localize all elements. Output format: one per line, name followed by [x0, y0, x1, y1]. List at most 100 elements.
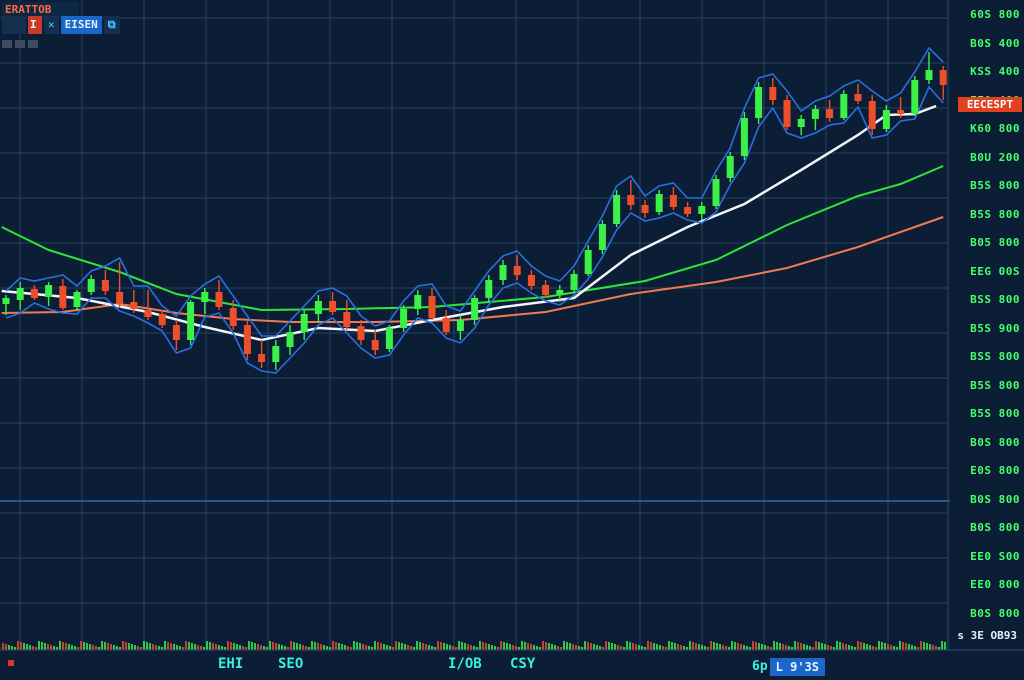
volume-bar — [764, 645, 766, 650]
volume-bar — [827, 645, 829, 650]
volume-bar — [731, 641, 733, 650]
close-icon[interactable]: ✕ — [44, 16, 59, 34]
candle-body — [811, 109, 819, 119]
volume-bar — [674, 643, 676, 650]
volume-bar — [626, 641, 628, 650]
toggle-icon[interactable] — [28, 40, 38, 48]
volume-bar — [170, 643, 172, 650]
volume-bar — [521, 641, 523, 650]
candle-body — [882, 110, 890, 129]
candle — [144, 290, 152, 320]
candle — [385, 325, 393, 352]
candle-body — [897, 110, 905, 114]
candle-body — [73, 292, 81, 307]
candlestick-chart[interactable] — [0, 0, 1024, 680]
volume-bar — [575, 645, 577, 650]
volume-bar — [5, 644, 7, 650]
volume-bar — [593, 644, 595, 650]
volume-bar — [704, 646, 706, 650]
candle — [911, 76, 919, 116]
volume-bar — [356, 642, 358, 650]
volume-bar — [425, 644, 427, 650]
candle — [882, 105, 890, 132]
volume-bar — [344, 645, 346, 650]
volume-bar — [236, 644, 238, 650]
candle-body — [698, 206, 706, 214]
candle-body — [627, 195, 635, 205]
candle-body — [258, 354, 266, 362]
volume-bar — [542, 641, 544, 650]
volume-bar — [647, 641, 649, 650]
toggle-icon[interactable] — [15, 40, 25, 48]
volume-bar — [527, 643, 529, 650]
volume-bar — [449, 645, 451, 650]
candle-body — [385, 328, 393, 349]
candle-body — [755, 87, 763, 118]
candle-body — [712, 179, 720, 206]
chip-blue[interactable]: EISEN — [60, 16, 102, 34]
volume-bar — [254, 643, 256, 650]
volume-bar — [395, 641, 397, 650]
volume-bar — [596, 645, 598, 650]
volume-bar — [407, 645, 409, 650]
candle — [485, 275, 493, 302]
volume-bar — [155, 645, 157, 650]
volume-bar — [26, 644, 28, 650]
band-upper-blue — [5, 46, 944, 337]
volume-bar — [428, 645, 430, 650]
volume-bar — [206, 641, 208, 650]
price-axis-label: B0U 200 — [970, 150, 1020, 164]
volume-bar — [302, 645, 304, 650]
volume-bar — [746, 646, 748, 650]
volume-bar — [125, 642, 127, 650]
candle-body — [272, 346, 280, 362]
volume-bar — [422, 643, 424, 650]
volume-bar — [578, 646, 580, 650]
volume-bar — [416, 641, 418, 650]
volume-bar — [65, 643, 67, 650]
settings-icon[interactable]: ⧉ — [103, 16, 120, 34]
volume-bar — [20, 642, 22, 650]
toggle-icon[interactable] — [2, 40, 12, 48]
volume-bar — [284, 646, 286, 650]
chip-red[interactable]: I — [28, 16, 42, 34]
volume-bar — [461, 642, 463, 650]
volume-bar — [716, 643, 718, 650]
volume-bar — [617, 645, 619, 650]
volume-bar — [635, 644, 637, 650]
volume-bar — [779, 643, 781, 650]
volume-bar — [815, 641, 817, 650]
volume-bar — [692, 642, 694, 650]
volume-bar — [233, 643, 235, 650]
candle-body — [286, 332, 294, 347]
volume-bar — [533, 645, 535, 650]
volume-bar — [638, 645, 640, 650]
candle-body — [87, 279, 95, 292]
candle-body — [371, 340, 379, 350]
candle-body — [30, 289, 38, 298]
price-axis-label: B5S 800 — [970, 407, 1020, 420]
corner-icon — [8, 660, 14, 666]
candle-body — [400, 309, 408, 328]
bottom-badge-value[interactable]: L 9'3S — [769, 658, 826, 676]
volume-bar — [545, 642, 547, 650]
candle — [783, 95, 791, 130]
volume-bar — [101, 641, 103, 650]
volume-bar — [59, 641, 61, 650]
volume-bar — [11, 646, 13, 650]
volume-bar — [2, 643, 4, 650]
volume-bar — [176, 645, 178, 650]
candle — [740, 112, 748, 160]
volume-bar — [365, 645, 367, 650]
volume-bar — [158, 646, 160, 650]
volume-bar — [410, 646, 412, 650]
candle-body — [527, 275, 535, 286]
chart-area[interactable]: ERATTOB I ✕ EISEN ⧉ 60S 800 B0S 400 KSS 40… — [0, 0, 1024, 680]
candle-body — [414, 295, 422, 309]
volume-bar — [17, 641, 19, 650]
volume-bar — [680, 645, 682, 650]
volume-bar — [299, 644, 301, 650]
candle — [513, 255, 521, 280]
volume-bar — [401, 643, 403, 650]
volume-bar — [752, 641, 754, 650]
